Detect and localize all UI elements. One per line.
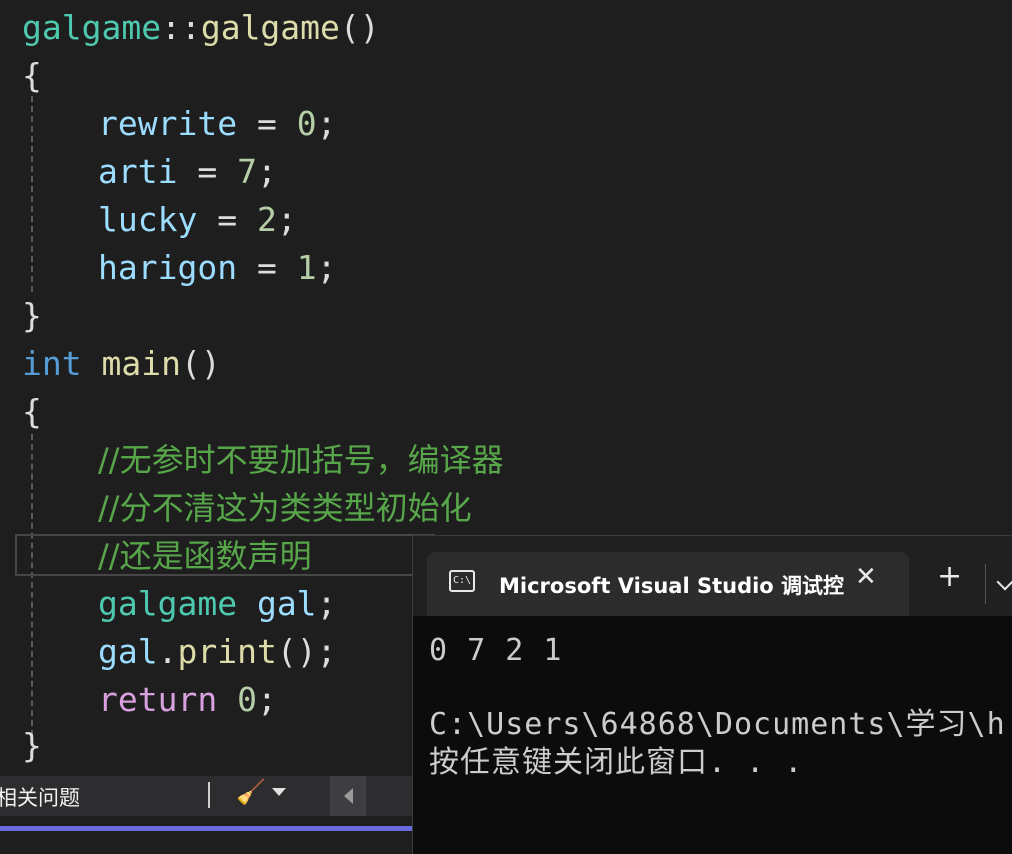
code-comment: //还是函数声明 bbox=[98, 537, 312, 575]
accent-line bbox=[0, 826, 412, 831]
tab-title: Microsoft Visual Studio 调试控 bbox=[499, 574, 845, 598]
scroll-left-button[interactable] bbox=[330, 776, 366, 816]
terminal-icon: C:\ bbox=[449, 570, 475, 592]
code-line: } bbox=[22, 296, 42, 335]
arrow-left-icon bbox=[344, 788, 353, 804]
terminal-output-line: 按任意键关闭此窗口. . . bbox=[429, 745, 804, 780]
code-line: arti = 7; bbox=[98, 152, 277, 191]
code-cleanup-icon[interactable]: 🧹 bbox=[236, 778, 266, 806]
code-line: int main() bbox=[22, 344, 221, 383]
terminal-output-line: C:\Users\64868\Documents\学习\h bbox=[429, 707, 1006, 742]
code-line: rewrite = 0; bbox=[98, 104, 337, 143]
code-comment: //分不清这为类类型初始化 bbox=[98, 489, 472, 527]
code-line: { bbox=[22, 56, 42, 95]
code-line: galgame::galgame() bbox=[22, 8, 380, 47]
code-comment: //无参时不要加括号，编译器 bbox=[98, 441, 504, 479]
code-line: lucky = 2; bbox=[98, 200, 297, 239]
close-icon[interactable]: ✕ bbox=[855, 562, 877, 592]
terminal-tab[interactable]: C:\ Microsoft Visual Studio 调试控 ✕ bbox=[427, 552, 909, 616]
editor-status-bar: 相关问题 🧹 bbox=[0, 776, 412, 816]
code-line: harigon = 1; bbox=[98, 248, 337, 287]
code-line: } bbox=[22, 726, 42, 765]
related-issues-label[interactable]: 相关问题 bbox=[0, 782, 80, 812]
new-tab-button[interactable]: + bbox=[937, 562, 962, 592]
debug-console-window[interactable]: C:\ Microsoft Visual Studio 调试控 ✕ + 0 7 … bbox=[412, 535, 1012, 854]
divider bbox=[208, 782, 210, 808]
code-line: { bbox=[22, 392, 42, 431]
chevron-down-icon[interactable] bbox=[996, 573, 1012, 591]
code-line: return 0; bbox=[98, 680, 277, 719]
divider bbox=[985, 564, 986, 604]
code-line: galgame gal; bbox=[98, 584, 337, 623]
code-line: gal.print(); bbox=[98, 632, 337, 671]
terminal-output-line: 0 7 2 1 bbox=[429, 633, 563, 668]
terminal-titlebar: C:\ Microsoft Visual Studio 调试控 ✕ + bbox=[413, 536, 1012, 616]
panel-background bbox=[0, 816, 412, 853]
chevron-down-icon[interactable] bbox=[272, 788, 286, 796]
